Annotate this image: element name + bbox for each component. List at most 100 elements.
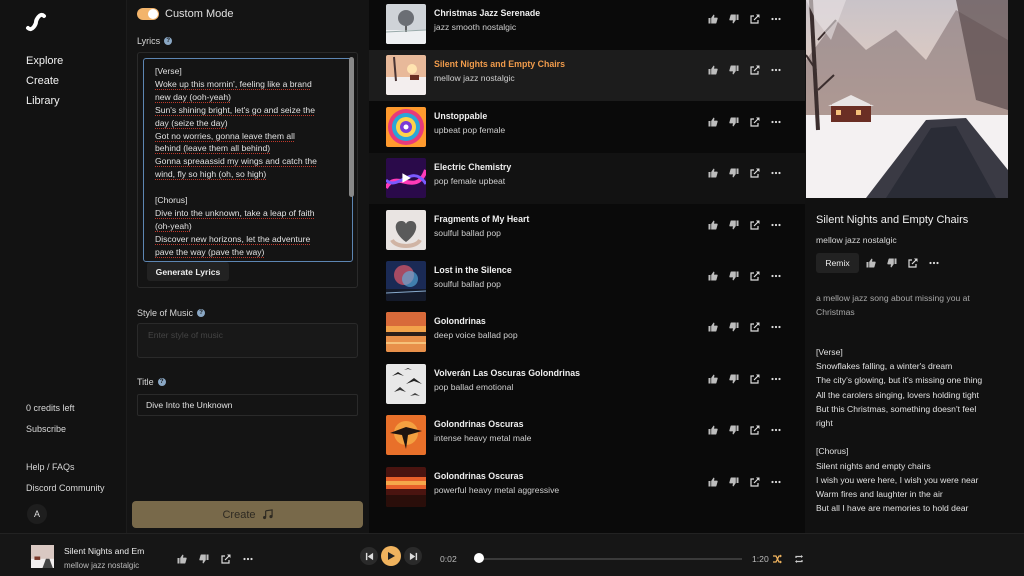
song-tags[interactable]: powerful heavy metal aggressive (434, 485, 559, 495)
avatar[interactable]: A (27, 504, 47, 524)
song-thumbnail[interactable] (386, 261, 426, 301)
share-icon[interactable] (220, 553, 232, 565)
more-options-icon[interactable] (770, 476, 782, 488)
song-tags[interactable]: mellow jazz nostalgic (434, 73, 515, 83)
help-question-icon[interactable]: ? (197, 309, 206, 317)
detail-tags[interactable]: mellow jazz nostalgic (816, 235, 897, 245)
song-thumbnail[interactable] (386, 363, 426, 404)
thumbs-down-icon[interactable] (198, 553, 210, 565)
lyrics-textarea[interactable]: [Verse] Woke up this mornin', feeling lik… (143, 58, 353, 262)
song-thumbnail[interactable] (386, 415, 426, 456)
song-title[interactable]: Volverán Las Oscuras Golondrinas (434, 368, 580, 378)
thumbs-down-icon[interactable] (728, 373, 740, 385)
thumbs-down-icon[interactable] (728, 64, 740, 76)
song-title[interactable]: Lost in the Silence (434, 265, 512, 275)
thumbs-up-icon[interactable] (707, 219, 719, 231)
more-options-icon[interactable] (770, 424, 782, 436)
help-question-icon[interactable]: ? (157, 378, 166, 386)
share-icon[interactable] (907, 257, 919, 269)
thumbs-up-icon[interactable] (865, 257, 877, 269)
song-thumbnail[interactable] (386, 466, 426, 507)
song-thumbnail[interactable] (386, 158, 426, 199)
thumbs-up-icon[interactable] (707, 64, 719, 76)
share-icon[interactable] (749, 13, 761, 25)
song-tags[interactable]: jazz smooth nostalgic (434, 22, 516, 32)
help-question-icon[interactable]: ? (164, 37, 173, 45)
song-row[interactable]: Lost in the Silence soulful ballad pop (369, 256, 805, 307)
song-thumbnail[interactable] (386, 4, 426, 44)
song-tags[interactable]: soulful ballad pop (434, 279, 501, 289)
song-row[interactable]: Golondrinas Oscuras powerful heavy metal … (369, 462, 805, 513)
more-options-icon[interactable] (770, 64, 782, 76)
thumbs-down-icon[interactable] (728, 424, 740, 436)
more-options-icon[interactable] (770, 116, 782, 128)
repeat-icon[interactable] (794, 554, 804, 564)
create-button[interactable]: Create (132, 501, 363, 528)
song-thumbnail[interactable] (386, 312, 426, 353)
song-tags[interactable]: pop female upbeat (434, 176, 505, 186)
share-icon[interactable] (749, 64, 761, 76)
lyrics-scrollbar[interactable] (349, 57, 354, 197)
song-row[interactable]: Volverán Las Oscuras Golondrinas pop ball… (369, 359, 805, 410)
progress-track[interactable] (474, 558, 742, 560)
thumbs-up-icon[interactable] (176, 553, 188, 565)
share-icon[interactable] (749, 321, 761, 333)
song-thumbnail[interactable] (386, 209, 426, 250)
remix-button[interactable]: Remix (816, 253, 859, 273)
more-options-icon[interactable] (770, 219, 782, 231)
more-options-icon[interactable] (770, 13, 782, 25)
share-icon[interactable] (749, 373, 761, 385)
song-title[interactable]: Unstoppable (434, 111, 487, 121)
song-tags[interactable]: soulful ballad pop (434, 228, 501, 238)
thumbs-up-icon[interactable] (707, 373, 719, 385)
song-row[interactable]: Fragments of My Heart soulful ballad pop (369, 205, 805, 256)
thumbs-down-icon[interactable] (886, 257, 898, 269)
thumbs-up-icon[interactable] (707, 13, 719, 25)
more-options-icon[interactable] (928, 257, 940, 269)
song-thumbnail[interactable] (386, 55, 426, 96)
discord-link[interactable]: Discord Community (26, 483, 105, 493)
thumbs-up-icon[interactable] (707, 270, 719, 282)
share-icon[interactable] (749, 116, 761, 128)
share-icon[interactable] (749, 476, 761, 488)
player-thumbnail[interactable] (31, 545, 54, 568)
play-overlay-icon[interactable] (386, 158, 426, 198)
title-input[interactable]: Dive Into the Unknown (137, 394, 358, 416)
song-title[interactable]: Silent Nights and Empty Chairs (434, 59, 565, 69)
thumbs-down-icon[interactable] (728, 116, 740, 128)
more-options-icon[interactable] (770, 373, 782, 385)
thumbs-down-icon[interactable] (728, 321, 740, 333)
thumbs-down-icon[interactable] (728, 13, 740, 25)
progress-knob[interactable] (474, 553, 485, 563)
nav-explore[interactable]: Explore (26, 55, 63, 67)
song-title[interactable]: Golondrinas Oscuras (434, 419, 523, 429)
more-options-icon[interactable] (770, 321, 782, 333)
style-of-music-input[interactable]: Enter style of music (137, 323, 358, 358)
song-row[interactable]: Golondrinas Oscuras intense heavy metal m… (369, 410, 805, 461)
shuffle-icon[interactable] (772, 554, 782, 564)
song-title[interactable]: Fragments of My Heart (434, 214, 529, 224)
song-row[interactable]: Unstoppable upbeat pop female (369, 102, 805, 153)
song-row[interactable]: Silent Nights and Empty Chairs mellow jaz… (369, 50, 805, 102)
nav-library[interactable]: Library (26, 95, 63, 107)
share-icon[interactable] (749, 424, 761, 436)
song-tags[interactable]: deep voice ballad pop (434, 330, 518, 340)
share-icon[interactable] (749, 167, 761, 179)
thumbs-up-icon[interactable] (707, 167, 719, 179)
player-title[interactable]: Silent Nights and Em (64, 546, 144, 556)
thumbs-up-icon[interactable] (707, 476, 719, 488)
song-row[interactable]: Golondrinas deep voice ballad pop (369, 307, 805, 358)
song-row[interactable]: Electric Chemistry pop female upbeat (369, 153, 805, 205)
song-tags[interactable]: intense heavy metal male (434, 433, 531, 443)
song-thumbnail[interactable] (386, 106, 426, 147)
generate-lyrics-button[interactable]: Generate Lyrics (147, 262, 229, 281)
play-button[interactable] (381, 546, 401, 566)
song-row[interactable]: Christmas Jazz Serenade jazz smooth nosta… (369, 0, 805, 50)
song-tags[interactable]: upbeat pop female (434, 125, 505, 135)
share-icon[interactable] (749, 270, 761, 282)
thumbs-down-icon[interactable] (728, 270, 740, 282)
thumbs-down-icon[interactable] (728, 476, 740, 488)
thumbs-up-icon[interactable] (707, 424, 719, 436)
app-logo-icon[interactable] (24, 10, 48, 34)
more-options-icon[interactable] (770, 270, 782, 282)
